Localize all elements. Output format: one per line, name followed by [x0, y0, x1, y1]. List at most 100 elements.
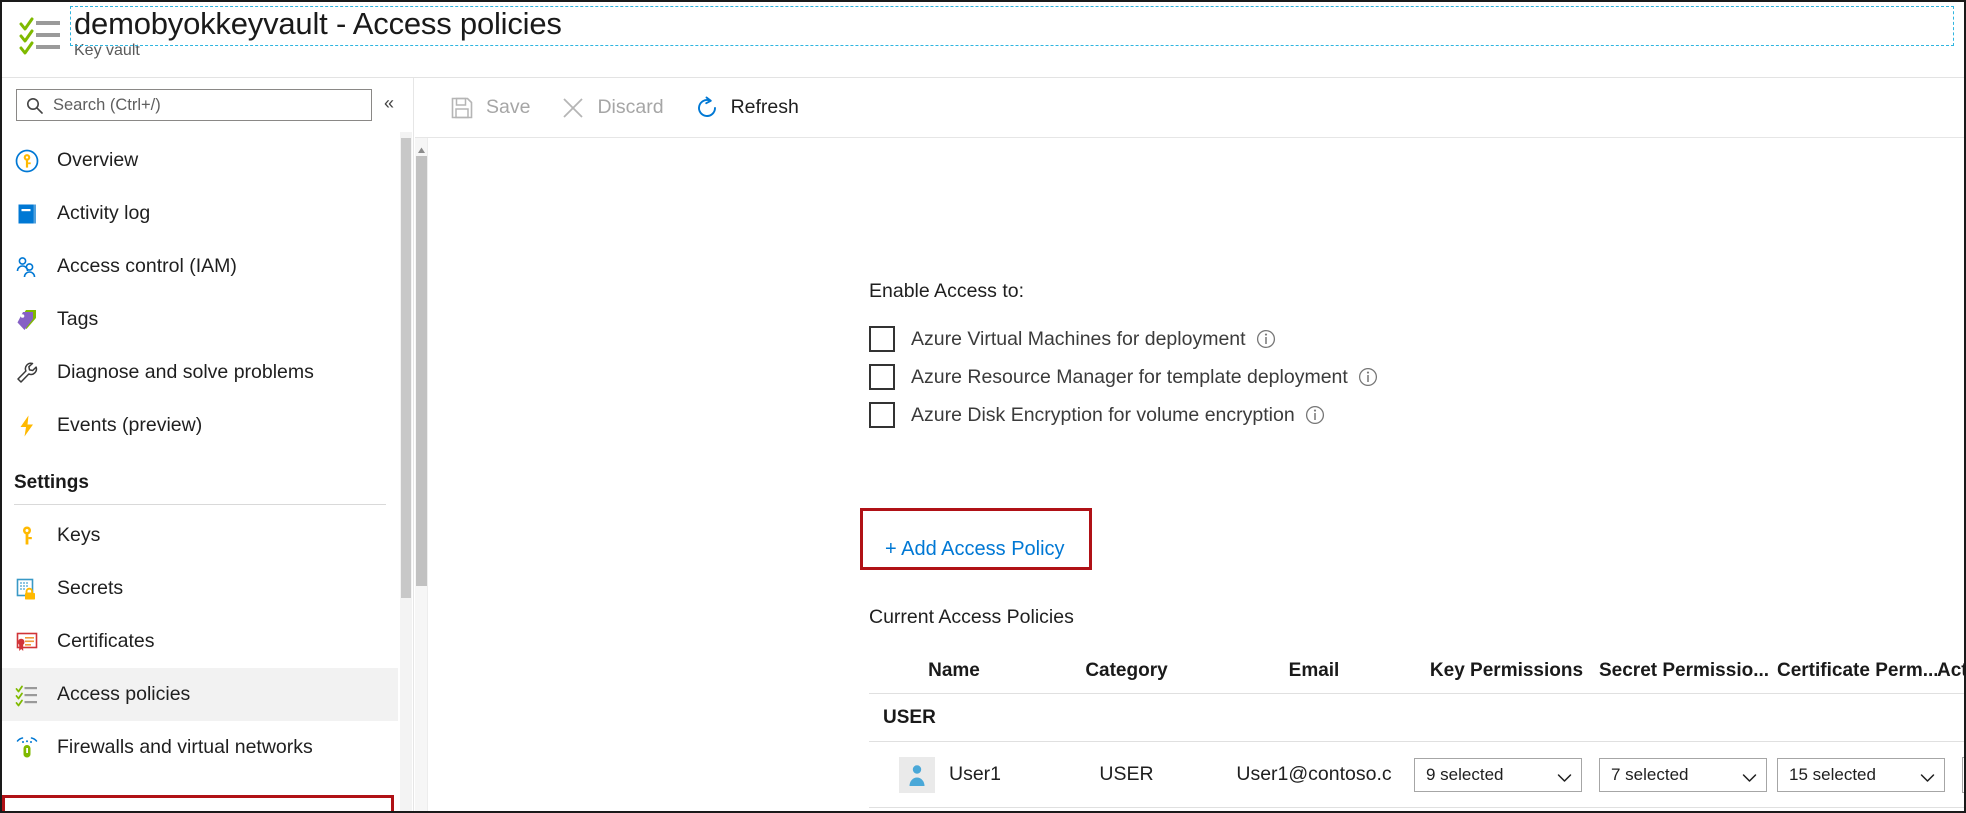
cell-secret-permissions: 7 selected	[1599, 757, 1777, 792]
delete-button[interactable]: Delete	[1962, 756, 1964, 793]
access-policies-annotation-box	[2, 795, 394, 811]
firewall-icon	[14, 735, 40, 761]
refresh-circular-arrow-icon	[694, 95, 720, 121]
info-icon[interactable]	[1305, 405, 1325, 425]
sidebar-item-access-control[interactable]: Access control (IAM)	[2, 240, 398, 293]
left-navigation-pane: « Overview	[2, 78, 414, 811]
sidebar-item-label: Secrets	[57, 577, 124, 599]
title-block: demobyokkeyvault - Access policies Key v…	[74, 4, 1874, 72]
lightning-bolt-icon	[14, 413, 40, 439]
main-scrollbar-thumb[interactable]	[416, 156, 427, 586]
access-policies-content: Enable Access to: Azure Virtual Machines…	[429, 138, 1964, 811]
sidebar-item-certificates[interactable]: Certificates	[2, 615, 398, 668]
command-toolbar: Save Discard Refresh	[415, 78, 1964, 138]
sidebar-scrollbar-thumb[interactable]	[401, 138, 411, 598]
checkbox-label: Azure Virtual Machines for deployment	[911, 327, 1246, 350]
checkbox-disk-encryption[interactable]	[869, 402, 895, 428]
save-label: Save	[486, 96, 531, 118]
sidebar-item-label: Diagnose and solve problems	[57, 361, 314, 383]
checkbox-row-virtual-machines: Azure Virtual Machines for deployment	[869, 326, 1276, 352]
column-header-action[interactable]: Action	[1937, 660, 1964, 682]
sidebar-item-overview[interactable]: Overview	[2, 134, 398, 187]
key-permissions-value: 9 selected	[1426, 764, 1504, 784]
sidebar-item-label: Overview	[57, 149, 139, 171]
secret-permissions-value: 7 selected	[1611, 764, 1689, 784]
user-avatar-icon	[899, 756, 935, 793]
discard-label: Discard	[597, 96, 664, 118]
group-label: USER	[883, 706, 936, 728]
info-icon[interactable]	[1256, 329, 1276, 349]
checkbox-row-resource-manager: Azure Resource Manager for template depl…	[869, 364, 1378, 390]
key-icon	[14, 523, 40, 549]
cell-email: User1@contoso.c	[1236, 763, 1392, 785]
key-permissions-dropdown[interactable]: 9 selected	[1414, 757, 1582, 792]
close-x-icon	[560, 95, 586, 121]
column-header-email[interactable]: Email	[1214, 660, 1414, 682]
user-name: User1	[949, 763, 1002, 785]
activity-log-icon	[14, 201, 40, 227]
refresh-button[interactable]: Refresh	[694, 88, 799, 128]
sidebar-item-label: Access control (IAM)	[57, 255, 237, 277]
column-header-secret-permissions[interactable]: Secret Permissio...	[1599, 660, 1777, 682]
chevron-down-icon	[1920, 770, 1935, 782]
checkbox-resource-manager[interactable]	[869, 364, 895, 390]
key-circle-icon	[14, 148, 40, 174]
search-icon	[26, 97, 43, 114]
sidebar-item-label: Firewalls and virtual networks	[57, 736, 313, 758]
sidebar-item-secrets[interactable]: Secrets	[2, 562, 398, 615]
blade-header: demobyokkeyvault - Access policies Key v…	[2, 2, 1964, 78]
page-title: demobyokkeyvault - Access policies	[74, 6, 562, 41]
discard-button[interactable]: Discard	[560, 88, 664, 128]
chevron-down-icon	[1557, 770, 1572, 782]
cell-category: USER	[1099, 763, 1154, 785]
sidebar-item-firewalls[interactable]: Firewalls and virtual networks	[2, 721, 398, 774]
column-header-category[interactable]: Category	[1039, 660, 1214, 682]
cell-action: Delete	[1962, 756, 1964, 793]
sidebar-item-tags[interactable]: Tags	[2, 293, 398, 346]
add-access-policy-link[interactable]: + Add Access Policy	[885, 538, 1065, 561]
table-group-row: USER	[869, 694, 1964, 742]
sidebar-item-label: Events (preview)	[57, 414, 203, 436]
certificate-permissions-dropdown[interactable]: 15 selected	[1777, 757, 1945, 792]
page-subtitle: Key vault	[74, 42, 140, 59]
save-disk-icon	[449, 95, 475, 121]
scroll-up-arrow-icon[interactable]	[417, 142, 426, 153]
sidebar-item-access-policies[interactable]: Access policies	[2, 668, 398, 721]
checkbox-row-disk-encryption: Azure Disk Encryption for volume encrypt…	[869, 402, 1325, 428]
search-input[interactable]	[51, 94, 371, 116]
sidebar-section-settings: Settings	[2, 452, 398, 498]
info-icon[interactable]	[1358, 367, 1378, 387]
column-header-name[interactable]: Name	[869, 660, 1039, 682]
chevron-down-icon	[1742, 770, 1757, 782]
column-header-key-permissions[interactable]: Key Permissions	[1414, 660, 1599, 682]
tag-icon	[14, 307, 40, 333]
table-header-row: Name Category Email Key Permissions Secr…	[869, 648, 1964, 694]
sidebar-item-activity-log[interactable]: Activity log	[2, 187, 398, 240]
search-box[interactable]	[16, 89, 372, 121]
wrench-icon	[14, 360, 40, 386]
sidebar-item-label: Activity log	[57, 202, 151, 224]
search-row: «	[2, 78, 413, 130]
sidebar-item-label: Access policies	[57, 683, 191, 705]
sidebar-item-diagnose[interactable]: Diagnose and solve problems	[2, 346, 398, 399]
save-button[interactable]: Save	[449, 88, 530, 128]
sidebar-item-label: Certificates	[57, 630, 155, 652]
enable-access-label: Enable Access to:	[869, 280, 1025, 302]
main-content-area: Save Discard Refresh Enable Access to: A…	[415, 78, 1964, 811]
refresh-label: Refresh	[730, 96, 799, 118]
current-access-policies-label: Current Access Policies	[869, 606, 1074, 628]
sidebar-item-events[interactable]: Events (preview)	[2, 399, 398, 452]
sidebar-item-list: Overview Activity log Access control (IA…	[2, 134, 398, 774]
checkbox-virtual-machines[interactable]	[869, 326, 895, 352]
checkbox-label: Azure Resource Manager for template depl…	[911, 365, 1348, 388]
sidebar-item-keys[interactable]: Keys	[2, 509, 398, 562]
cell-key-permissions: 9 selected	[1414, 757, 1599, 792]
checklist-icon	[14, 682, 40, 708]
sidebar-section-label: Settings	[14, 472, 89, 493]
sidebar-divider	[14, 504, 386, 505]
collapse-pane-button[interactable]: «	[384, 94, 394, 112]
sidebar-item-label: Tags	[57, 308, 99, 330]
secret-permissions-dropdown[interactable]: 7 selected	[1599, 757, 1767, 792]
cell-name: User1	[869, 756, 1039, 793]
column-header-certificate-permissions[interactable]: Certificate Perm...	[1777, 660, 1937, 682]
